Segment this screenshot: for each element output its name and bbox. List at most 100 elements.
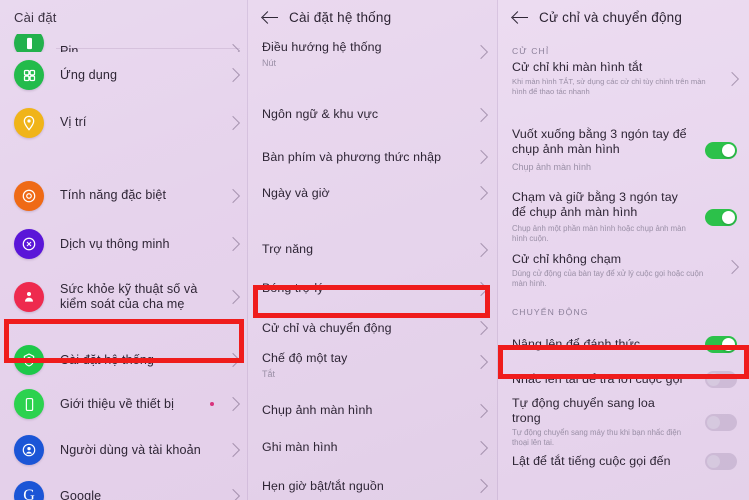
list-item-sublabel: Nút — [262, 58, 277, 68]
list-item-screen-off-gestures[interactable]: Cử chỉ khi màn hình tắt Khi màn hình TẮT… — [498, 56, 749, 112]
list-item-label: Sức khỏe kỹ thuật số và kiểm soát của ch… — [60, 282, 198, 311]
chevron-right-icon — [473, 403, 489, 418]
list-item-label: Vị trí — [60, 115, 87, 129]
list-item-gestures-motion[interactable]: Cử chỉ và chuyển động — [248, 309, 498, 347]
sidebar-item-system-settings[interactable]: Cài đặt hệ thống — [0, 339, 248, 381]
toggle-auto-earpiece[interactable] — [705, 413, 737, 431]
list-item-auto-earpiece[interactable]: Tự động chuyển sang loa trong Tự động ch… — [498, 396, 749, 447]
smart-services-icon — [14, 229, 44, 259]
list-item-sublabel: Dùng cử động của bàn tay để xử lý cuộc g… — [512, 269, 704, 288]
system-settings-icon — [14, 345, 44, 375]
system-settings-header: Cài đặt hệ thống — [248, 0, 498, 34]
list-item-flip-to-mute[interactable]: Lật để tắt tiếng cuộc gọi đến — [498, 446, 749, 476]
list-item-three-finger-hold-screenshot[interactable]: Chạm và giữ bằng 3 ngón tay để chụp ảnh … — [498, 186, 749, 248]
chevron-right-icon — [473, 281, 489, 296]
list-item-one-hand-mode[interactable]: Chế độ một tay Tắt — [248, 347, 498, 392]
list-item-label: Vuốt xuống bằng 3 ngón tay để chụp ảnh m… — [512, 127, 687, 156]
group-gap — [0, 327, 248, 339]
list-item-clipped[interactable]: Pin — [0, 34, 248, 52]
list-item-label: Ngày và giờ — [262, 185, 330, 200]
section-label: CHUYỂN ĐỘNG — [512, 307, 589, 317]
list-item-screen-record[interactable]: Ghi màn hình — [248, 429, 498, 466]
chevron-right-icon — [473, 354, 489, 370]
chevron-right-icon — [473, 149, 489, 165]
chevron-right-icon — [225, 488, 241, 500]
back-arrow-icon[interactable] — [260, 7, 280, 27]
list-item-label: Cài đặt hệ thống — [60, 352, 155, 367]
list-item-sublabel: Chụp ảnh màn hình — [512, 162, 592, 172]
list-item-sublabel: Khi màn hình TẮT, sử dụng các cử chỉ tùy… — [512, 77, 706, 96]
sidebar-item-location[interactable]: Vị trí — [0, 98, 248, 147]
group-gap — [498, 112, 749, 122]
digital-wellbeing-icon — [14, 282, 44, 312]
chevron-right-icon — [225, 188, 241, 203]
sidebar-item-apps[interactable]: Ứng dụng — [0, 52, 248, 98]
toggle-raise-to-answer[interactable] — [705, 370, 737, 388]
sidebar-item-users-accounts[interactable]: Người dùng và tài khoản — [0, 427, 248, 473]
list-item-system-navigation[interactable]: Điều hướng hệ thống Nút — [248, 34, 498, 90]
chevron-right-icon — [225, 289, 241, 305]
list-item-label: Cử chỉ và chuyển động — [262, 320, 392, 335]
list-item-label: Trợ năng — [262, 242, 314, 256]
list-item-language-region[interactable]: Ngôn ngữ & khu vực — [248, 90, 498, 139]
list-item-sublabel: Chụp ảnh một phần màn hình hoặc chụp ảnh… — [512, 224, 686, 243]
battery-icon — [14, 34, 44, 52]
chevron-right-icon — [473, 242, 489, 257]
list-item-label: Chụp ảnh màn hình — [262, 403, 373, 417]
google-icon: G — [14, 481, 44, 500]
apps-icon — [14, 60, 44, 90]
panel-system-settings: Cài đặt hệ thống Điều hướng hệ thống Nút… — [248, 0, 498, 500]
sidebar-item-smart-services[interactable]: Dịch vụ thông minh — [0, 221, 248, 267]
list-item-label: Người dùng và tài khoản — [60, 442, 201, 457]
group-gap — [498, 178, 749, 186]
list-item-power-schedule[interactable]: Hẹn giờ bật/tắt nguồn — [248, 466, 498, 500]
list-item-label: Ứng dụng — [60, 67, 118, 82]
sidebar-item-digital-wellbeing[interactable]: Sức khỏe kỹ thuật số và kiểm soát của ch… — [0, 267, 248, 327]
list-item-three-finger-swipe-screenshot[interactable]: Vuốt xuống bằng 3 ngón tay để chụp ảnh m… — [498, 122, 749, 178]
chevron-right-icon — [225, 352, 241, 368]
list-item-label: Bóng trợ lý — [262, 281, 324, 295]
special-features-icon — [14, 180, 44, 211]
list-item-label: Ngôn ngữ & khu vực — [262, 107, 379, 121]
page-title: Cài đặt hệ thống — [289, 9, 392, 25]
list-item-label: Ghi màn hình — [262, 440, 338, 454]
toggle-raise-to-wake[interactable] — [705, 335, 737, 353]
page-title: Cử chỉ và chuyển động — [539, 9, 683, 25]
about-device-icon — [14, 389, 44, 419]
section-header-gestures: CỬ CHỈ — [498, 34, 749, 56]
list-item-label: Tính năng đặc biệt — [60, 188, 167, 202]
gestures-header: Cử chỉ và chuyển động — [498, 0, 749, 34]
list-item-raise-to-answer[interactable]: Nhấc lên tai để trả lời cuộc gọi — [498, 360, 749, 398]
sidebar-item-google[interactable]: G Google — [0, 473, 248, 500]
chevron-right-icon — [724, 71, 740, 87]
list-item-label: Giới thiệu về thiết bị — [60, 396, 175, 411]
sidebar-item-special-features[interactable]: Tính năng đặc biệt — [0, 170, 248, 221]
list-item-label: Hẹn giờ bật/tắt nguồn — [262, 478, 384, 493]
list-item-keyboard-input[interactable]: Bàn phím và phương thức nhập — [248, 139, 498, 175]
toggle-flip-to-mute[interactable] — [705, 452, 737, 470]
toggle-three-finger-hold-screenshot[interactable] — [705, 208, 737, 226]
chevron-right-icon — [473, 44, 489, 60]
chevron-right-icon — [473, 185, 489, 201]
list-item-assistant-ball[interactable]: Bóng trợ lý — [248, 268, 498, 309]
back-arrow-icon[interactable] — [510, 7, 530, 27]
list-item-date-time[interactable]: Ngày và giờ — [248, 175, 498, 211]
list-item-sublabel: Tắt — [262, 369, 276, 379]
list-item-label: Nâng lên để đánh thức — [512, 336, 641, 351]
chevron-right-icon — [225, 442, 241, 458]
list-item-accessibility[interactable]: Trợ năng — [248, 231, 498, 268]
sidebar-item-about-device[interactable]: Giới thiệu về thiết bị — [0, 381, 248, 427]
section-label: CỬ CHỈ — [512, 46, 550, 56]
list-item-touchless-gestures[interactable]: Cử chỉ không chạm Dùng cử động của bàn t… — [498, 252, 749, 296]
list-item-raise-to-wake[interactable]: Nâng lên để đánh thức — [498, 328, 749, 360]
list-item-label: Google — [60, 488, 102, 500]
group-gap — [0, 147, 248, 170]
panel-gestures-motion: Cử chỉ và chuyển động CỬ CHỈ Cử chỉ khi … — [498, 0, 749, 500]
chevron-right-icon — [473, 478, 489, 494]
list-item-sublabel: Tự động chuyển sang máy thu khi bạn nhấc… — [512, 428, 682, 447]
toggle-three-finger-swipe-screenshot[interactable] — [705, 141, 737, 159]
chevron-right-icon — [225, 115, 241, 130]
list-item-label: Cử chỉ khi màn hình tắt — [512, 60, 643, 74]
list-item-screenshot[interactable]: Chụp ảnh màn hình — [248, 392, 498, 429]
location-icon — [14, 107, 44, 138]
